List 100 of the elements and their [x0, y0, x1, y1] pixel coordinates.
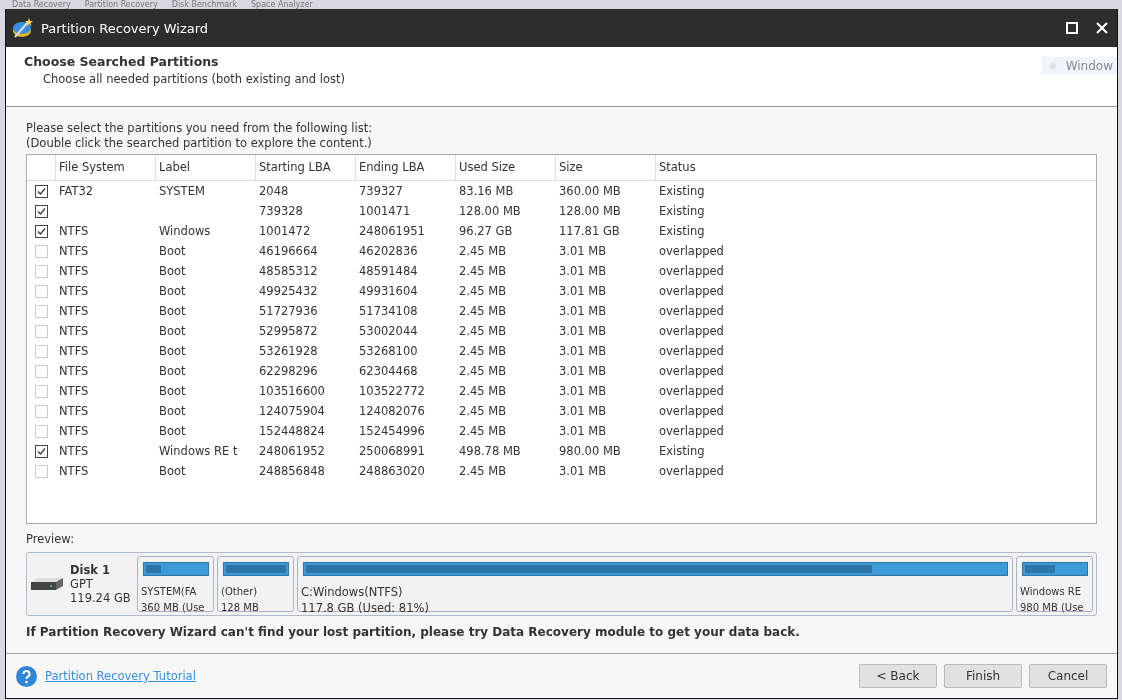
- table-cell: overlapped: [659, 284, 724, 298]
- table-cell: 3.01 MB: [559, 344, 607, 358]
- table-cell: NTFS: [59, 344, 89, 358]
- wizard-button[interactable]: Cancel: [1029, 664, 1107, 688]
- table-cell: NTFS: [59, 324, 89, 338]
- column-header[interactable]: Starting LBA: [256, 155, 356, 180]
- disk-name: Disk 1: [70, 563, 111, 577]
- partition-name: C:Windows(NTFS): [301, 584, 404, 600]
- table-cell: 124082076: [359, 404, 425, 418]
- table-cell: Windows RE t: [159, 444, 238, 458]
- table-cell: Existing: [659, 184, 705, 198]
- table-cell: Boot: [159, 404, 186, 418]
- wizard-button[interactable]: Finish: [944, 664, 1022, 688]
- table-cell: 2.45 MB: [459, 364, 507, 378]
- table-cell: 2048: [259, 184, 289, 198]
- table-cell: overlapped: [659, 304, 724, 318]
- partition-detail: 128 MB: [221, 601, 260, 615]
- table-cell: 96.27 GB: [459, 224, 513, 238]
- partition-block[interactable]: Windows RE 980 MB (Use: [1016, 556, 1093, 612]
- column-header[interactable]: Size: [556, 155, 656, 180]
- table-cell: 739328: [259, 204, 303, 218]
- table-cell: NTFS: [59, 284, 89, 298]
- disk-size: 119.24 GB: [70, 591, 131, 605]
- table-cell: 739327: [359, 184, 403, 198]
- partition-block[interactable]: (Other) 128 MB: [217, 556, 294, 612]
- table-cell: overlapped: [659, 364, 724, 378]
- partition-detail: 360 MB (Use: [141, 601, 206, 615]
- preview-label: Preview:: [26, 532, 75, 546]
- column-header[interactable]: File System: [56, 155, 156, 180]
- column-header[interactable]: Label: [156, 155, 256, 180]
- tab-label: Window: [1065, 59, 1113, 73]
- column-header[interactable]: Status: [656, 155, 1096, 180]
- table-cell: NTFS: [59, 244, 89, 258]
- table-cell: 1001472: [259, 224, 311, 238]
- checkbox[interactable]: [35, 444, 48, 458]
- table-cell: overlapped: [659, 324, 724, 338]
- wand-disk-icon: [12, 17, 34, 39]
- column-header[interactable]: Used Size: [456, 155, 556, 180]
- table-cell: 48591484: [359, 264, 418, 278]
- table-cell: 53268100: [359, 344, 418, 358]
- table-cell: NTFS: [59, 444, 89, 458]
- partition-name: (Other): [221, 585, 259, 599]
- partition-block[interactable]: SYSTEM(FA 360 MB (Use: [137, 556, 214, 612]
- partition-name: Windows RE: [1020, 585, 1083, 599]
- table-cell: 152454996: [359, 424, 425, 438]
- table-cell: Boot: [159, 304, 186, 318]
- table-cell: Boot: [159, 424, 186, 438]
- table-cell: 3.01 MB: [559, 384, 607, 398]
- table-cell: Existing: [659, 444, 705, 458]
- checkbox[interactable]: [35, 224, 48, 238]
- checkbox[interactable]: [35, 184, 48, 198]
- table-cell: 48585312: [259, 264, 318, 278]
- table-cell: 53261928: [259, 344, 318, 358]
- table-cell: Boot: [159, 244, 186, 258]
- table-cell: Windows: [159, 224, 211, 238]
- table-cell: 248061952: [259, 444, 325, 458]
- table-cell: 3.01 MB: [559, 304, 607, 318]
- instruction-text: Please select the partitions you need from the following list:: [26, 121, 374, 136]
- help-icon[interactable]: [16, 665, 37, 687]
- table-cell: 52995872: [259, 324, 318, 338]
- table-cell: 250068991: [359, 444, 425, 458]
- table-cell: 3.01 MB: [559, 404, 607, 418]
- checkbox[interactable]: [35, 204, 48, 218]
- instruction-text: (Double click the searched partition to explore the content.): [26, 136, 373, 151]
- table-cell: 2.45 MB: [459, 464, 507, 478]
- table-cell: NTFS: [59, 384, 89, 398]
- table-cell: 2.45 MB: [459, 404, 507, 418]
- table-cell: Boot: [159, 284, 186, 298]
- window-title: Partition Recovery Wizard: [41, 20, 210, 36]
- table-cell: 498.78 MB: [459, 444, 521, 458]
- table-cell: NTFS: [59, 224, 89, 238]
- table-cell: 124075904: [259, 404, 325, 418]
- table-cell: overlapped: [659, 344, 724, 358]
- table-cell: Boot: [159, 384, 186, 398]
- table-cell: NTFS: [59, 424, 89, 438]
- table-cell: 3.01 MB: [559, 424, 607, 438]
- table-cell: overlapped: [659, 384, 724, 398]
- table-cell: FAT32: [59, 184, 94, 198]
- table-cell: 2.45 MB: [459, 384, 507, 398]
- partition-block[interactable]: C:Windows(NTFS) 117.8 GB (Used: 81%): [297, 556, 1013, 612]
- table-cell: 103522772: [359, 384, 425, 398]
- wizard-button[interactable]: < Back: [859, 664, 937, 688]
- table-cell: 83.16 MB: [459, 184, 514, 198]
- table-cell: 62304468: [359, 364, 418, 378]
- hard-drive-icon: [30, 576, 64, 592]
- table-cell: NTFS: [59, 404, 89, 418]
- column-header[interactable]: Ending LBA: [356, 155, 456, 180]
- table-cell: 248863020: [359, 464, 425, 478]
- partition-name: SYSTEM(FA: [141, 585, 198, 599]
- table-cell: 2.45 MB: [459, 284, 507, 298]
- table-cell: 3.01 MB: [559, 324, 607, 338]
- table-cell: 2.45 MB: [459, 324, 507, 338]
- table-cell: 3.01 MB: [559, 464, 607, 478]
- table-cell: 2.45 MB: [459, 344, 507, 358]
- table-cell: SYSTEM: [159, 184, 205, 198]
- table-cell: 51727936: [259, 304, 318, 318]
- table-cell: overlapped: [659, 264, 724, 278]
- table-cell: 2.45 MB: [459, 304, 507, 318]
- table-cell: overlapped: [659, 424, 724, 438]
- table-cell: 1001471: [359, 204, 411, 218]
